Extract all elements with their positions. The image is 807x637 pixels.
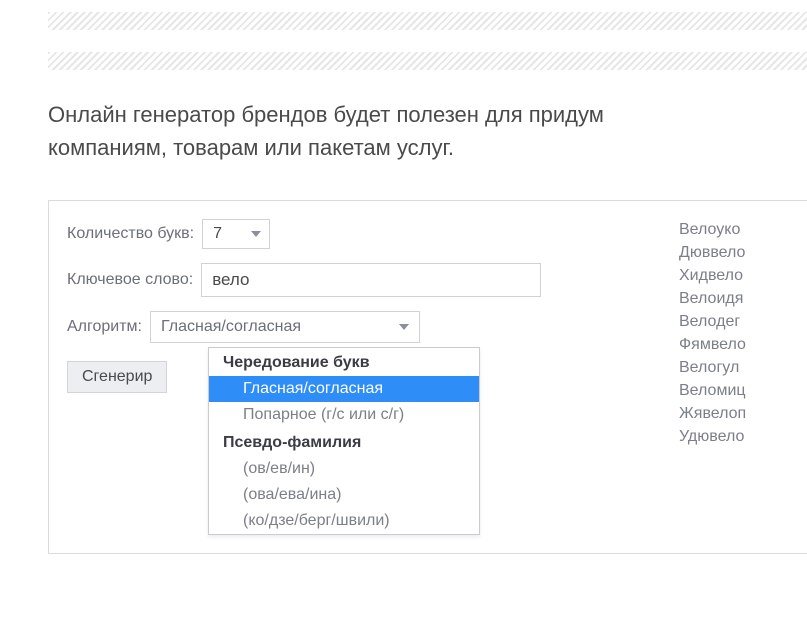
algorithm-select-value: Гласная/согласная [161,318,301,336]
letters-select[interactable]: 7 [202,219,270,249]
dropdown-option-ko-dze-berg[interactable]: (ко/дзе/берг/швили) [209,508,479,534]
algorithm-label: Алгоритм: [67,318,142,336]
result-item: Велогул [669,357,789,380]
result-item: Велоидя [669,288,789,311]
generate-button[interactable]: Сгенерир [67,361,167,393]
page-description: Онлайн генератор брендов будет полезен д… [48,98,807,164]
description-line-1: Онлайн генератор брендов будет полезен д… [48,102,604,127]
result-item: Велодег [669,311,789,334]
result-item: Хидвело [669,265,789,288]
dropdown-option-vowel-consonant[interactable]: Гласная/согласная [209,376,479,402]
letters-select-value: 7 [213,225,222,243]
dropdown-option-ova-eva-ina[interactable]: (ова/ева/ина) [209,482,479,508]
keyword-input[interactable] [201,263,541,297]
result-item: Дюввело [669,242,789,265]
result-item: Велоуко [669,219,789,242]
description-line-2: компаниям, товарам или пакетам услуг. [48,131,807,164]
decorative-stripe-2 [48,52,807,70]
dropdown-group-2-label: Псевдо-фамилия [209,428,479,456]
result-item: Жявелоп [669,403,789,426]
keyword-label: Ключевое слово: [67,271,193,289]
algorithm-dropdown: Чередование букв Гласная/согласная Попар… [208,347,480,535]
dropdown-option-paired[interactable]: Попарное (г/с или с/г) [209,402,479,428]
algorithm-select[interactable]: Гласная/согласная [150,311,420,343]
result-item: Фямвело [669,334,789,357]
result-item: Веломиц [669,380,789,403]
decorative-stripe-1 [48,12,807,30]
results-list: Велоуко Дюввело Хидвело Велоидя Велодег … [669,219,789,449]
dropdown-option-ov-ev-in[interactable]: (ов/ев/ин) [209,456,479,482]
letters-label: Количество букв: [67,225,194,243]
generator-panel: Количество букв: 7 Ключевое слово: Алгор… [48,200,807,554]
dropdown-group-1-label: Чередование букв [209,348,479,376]
result-item: Удювело [669,426,789,449]
chevron-down-icon [251,231,261,237]
chevron-down-icon [399,324,409,330]
